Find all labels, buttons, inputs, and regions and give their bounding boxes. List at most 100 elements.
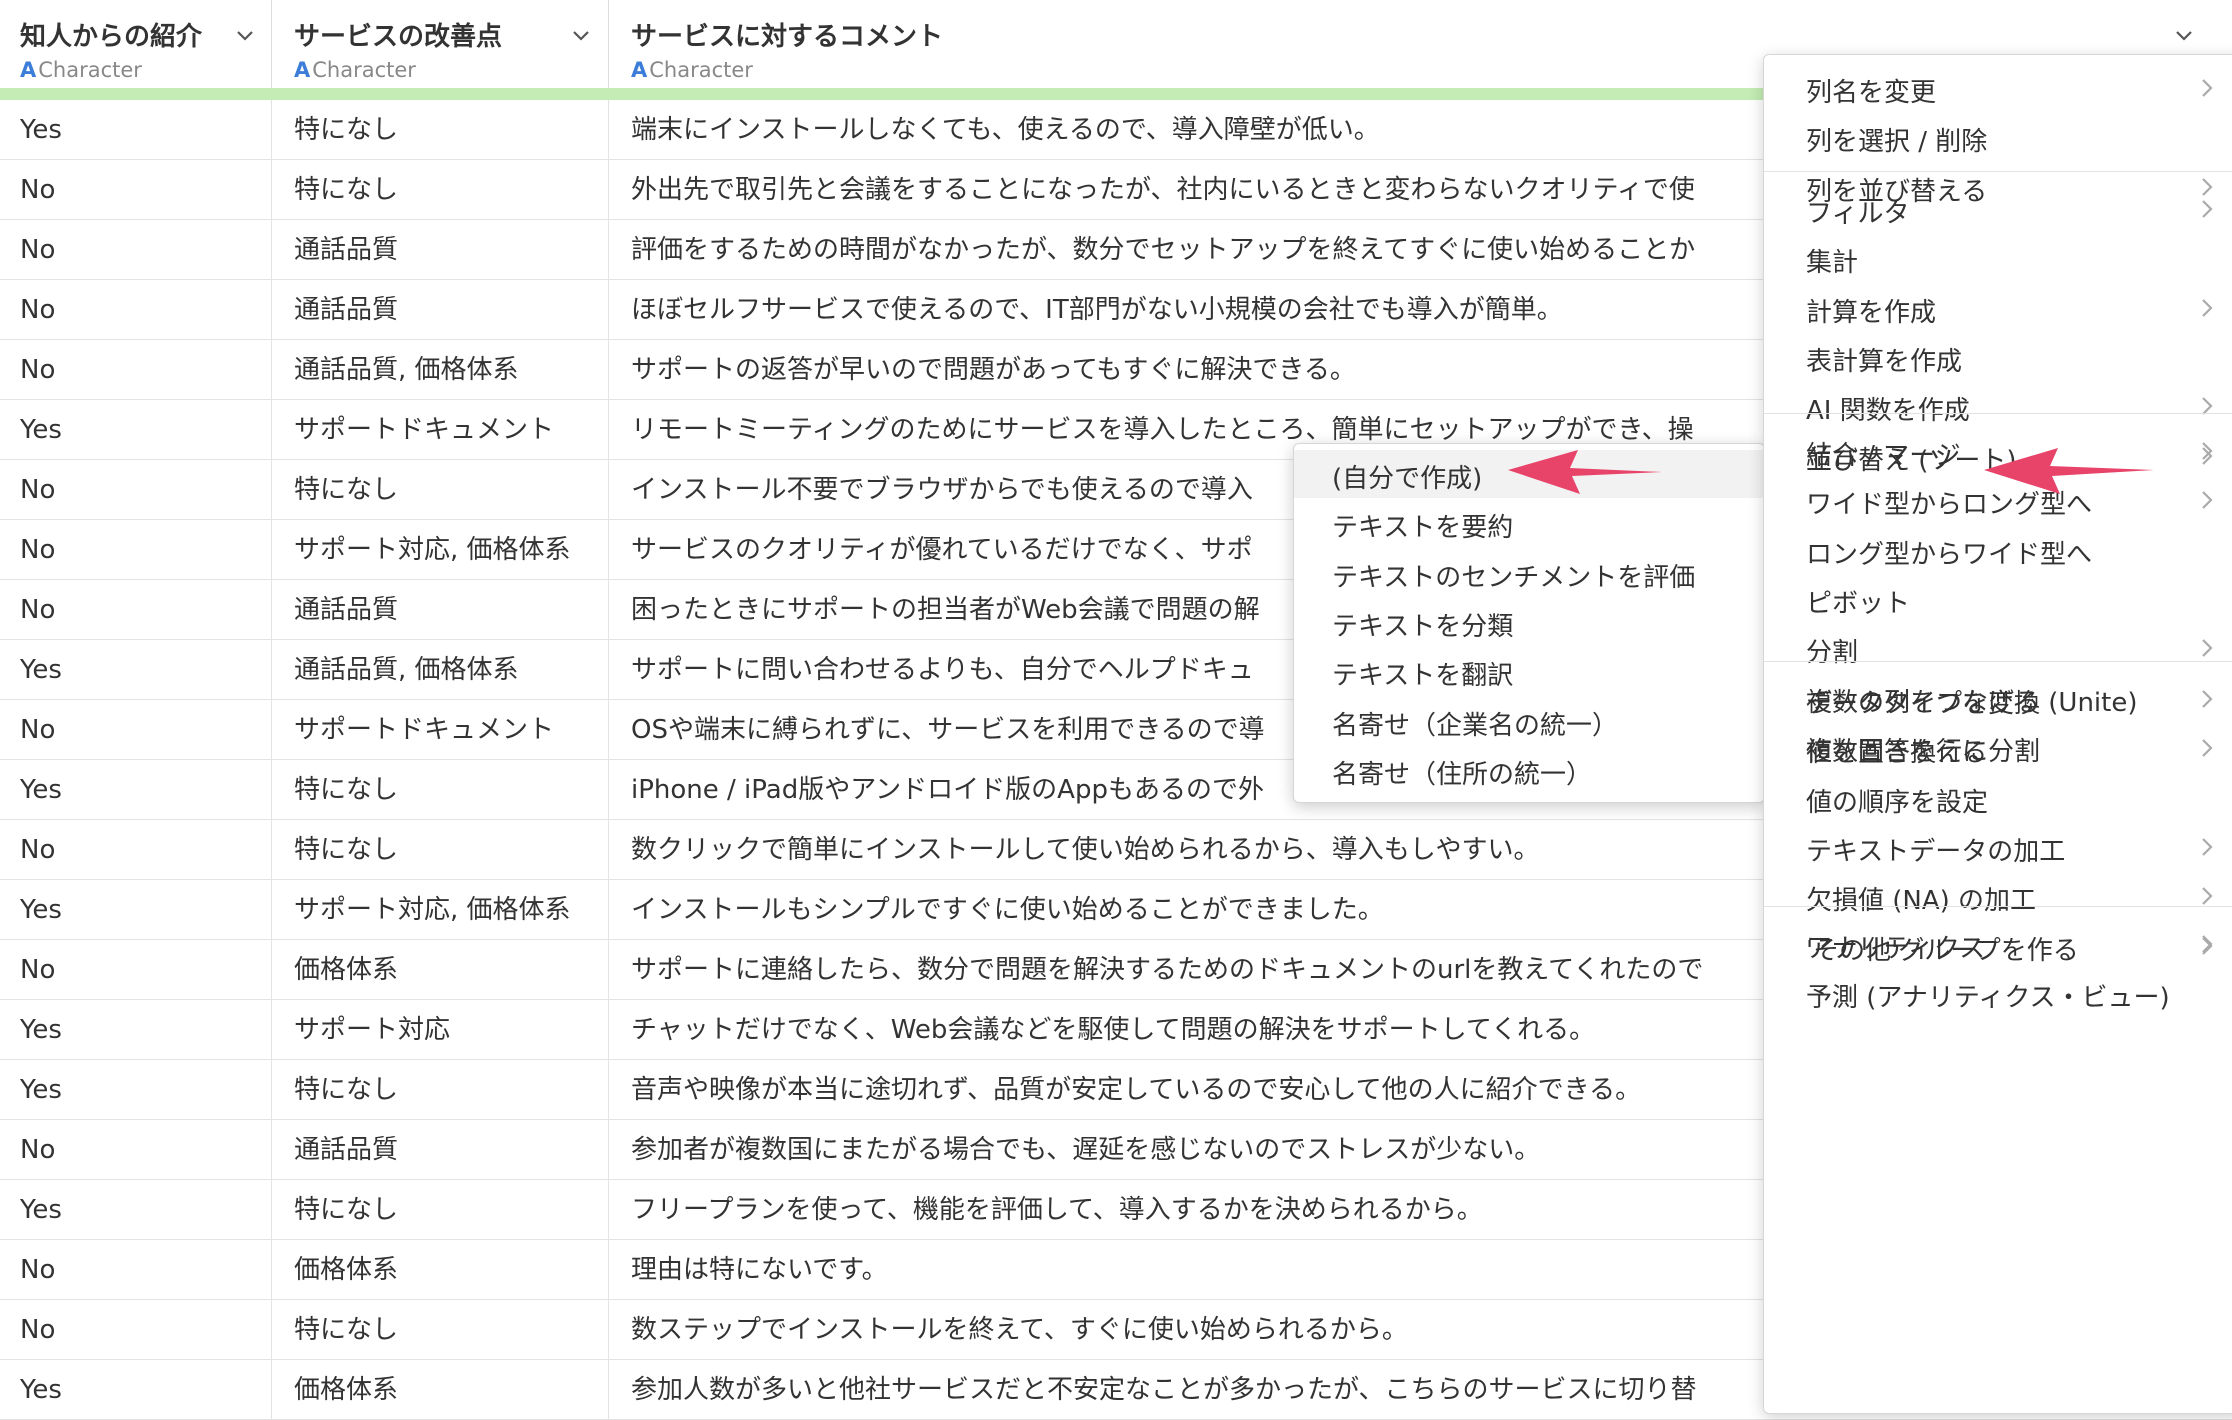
- menu-item[interactable]: 分割: [1764, 624, 2232, 672]
- cell-referral[interactable]: No: [0, 940, 272, 1000]
- menu-separator: [1764, 171, 2232, 172]
- submenu-item[interactable]: 名寄せ（住所の統一）: [1294, 746, 1764, 794]
- menu-item-label: ピボット: [1806, 588, 1911, 619]
- cell-improvement[interactable]: 価格体系: [272, 940, 609, 1000]
- menu-item[interactable]: ピボット: [1764, 575, 2232, 623]
- menu-item[interactable]: ロング型からワイド型へ: [1764, 526, 2232, 574]
- column-type: ACharacter: [294, 58, 416, 82]
- submenu-item[interactable]: テキストのセンチメントを評価: [1294, 549, 1764, 597]
- cell-referral[interactable]: No: [0, 460, 272, 520]
- cell-referral[interactable]: No: [0, 820, 272, 880]
- cell-improvement[interactable]: 通話品質: [272, 280, 609, 340]
- menu-item[interactable]: データタイプを変換: [1764, 675, 2232, 723]
- submenu-item[interactable]: 名寄せ（企業名の統一）: [1294, 697, 1764, 745]
- cell-improvement[interactable]: 特になし: [272, 460, 609, 520]
- menu-item[interactable]: 列を選択 / 削除: [1764, 113, 2232, 161]
- menu-item[interactable]: 列名を変更: [1764, 64, 2232, 112]
- cell-referral[interactable]: Yes: [0, 1180, 272, 1240]
- cell-improvement[interactable]: 価格体系: [272, 1240, 609, 1300]
- menu-item[interactable]: 値の順序を設定: [1764, 774, 2232, 822]
- chevron-down-icon[interactable]: [232, 22, 258, 48]
- cell-referral[interactable]: Yes: [0, 100, 272, 160]
- submenu-item-label: 名寄せ（企業名の統一）: [1332, 710, 1619, 741]
- cell-referral[interactable]: No: [0, 220, 272, 280]
- menu-item[interactable]: 値を置き換える: [1764, 724, 2232, 772]
- cell-improvement[interactable]: サポートドキュメント: [272, 700, 609, 760]
- submenu-item-label: テキストを要約: [1332, 513, 1514, 544]
- cell-improvement[interactable]: 価格体系: [272, 1360, 609, 1420]
- cell-referral[interactable]: No: [0, 160, 272, 220]
- cell-improvement[interactable]: 通話品質: [272, 220, 609, 280]
- chevron-down-icon[interactable]: [568, 22, 594, 48]
- column-context-menu: 列名を変更 列を選択 / 削除 列を並び替える フィルタ 集計 計算を作成 表計算を作成 AI…: [1763, 54, 2232, 1414]
- cell-referral[interactable]: Yes: [0, 1060, 272, 1120]
- character-type-icon: A: [294, 58, 311, 82]
- cell-referral[interactable]: No: [0, 700, 272, 760]
- cell-improvement[interactable]: 通話品質, 価格体系: [272, 640, 609, 700]
- menu-item[interactable]: テキストデータの加工: [1764, 823, 2232, 871]
- cell-improvement[interactable]: 特になし: [272, 820, 609, 880]
- submenu-item[interactable]: テキストを翻訳: [1294, 647, 1764, 695]
- menu-item-label: 表計算を作成: [1806, 346, 1963, 377]
- cell-improvement[interactable]: 通話品質: [272, 580, 609, 640]
- character-type-icon: A: [20, 58, 37, 82]
- cell-improvement[interactable]: 特になし: [272, 100, 609, 160]
- cell-referral[interactable]: No: [0, 280, 272, 340]
- cell-referral[interactable]: No: [0, 340, 272, 400]
- column-header-improvement[interactable]: サービスの改善点 ACharacter: [272, 0, 609, 88]
- column-header-referral[interactable]: 知人からの紹介 ACharacter: [0, 0, 272, 88]
- cell-improvement[interactable]: 特になし: [272, 1180, 609, 1240]
- menu-item[interactable]: 計算を作成: [1764, 284, 2232, 332]
- cell-improvement[interactable]: 通話品質: [272, 1120, 609, 1180]
- cell-referral[interactable]: No: [0, 520, 272, 580]
- cell-referral[interactable]: Yes: [0, 400, 272, 460]
- menu-item-label: アナリティクス: [1806, 934, 1986, 964]
- menu-item[interactable]: 集計: [1764, 234, 2232, 282]
- cell-improvement[interactable]: サポート対応, 価格体系: [272, 520, 609, 580]
- cell-referral[interactable]: No: [0, 1240, 272, 1300]
- cell-improvement[interactable]: サポート対応, 価格体系: [272, 880, 609, 940]
- menu-item[interactable]: フィルタ: [1764, 185, 2232, 233]
- cell-referral[interactable]: Yes: [0, 760, 272, 820]
- cell-referral[interactable]: No: [0, 580, 272, 640]
- menu-separator: [1764, 413, 2232, 414]
- menu-item-label: ロング型からワイド型へ: [1806, 539, 2093, 570]
- submenu-item-label: テキストを分類: [1332, 611, 1514, 642]
- cell-improvement[interactable]: 特になし: [272, 760, 609, 820]
- menu-item[interactable]: アナリティクス: [1764, 920, 2232, 968]
- menu-item[interactable]: 予測 (アナリティクス・ビュー): [1764, 969, 2232, 1017]
- cell-referral[interactable]: Yes: [0, 1360, 272, 1420]
- menu-item-label: 列を選択 / 削除: [1806, 127, 1988, 158]
- cell-improvement[interactable]: 特になし: [272, 1060, 609, 1120]
- cell-improvement[interactable]: サポートドキュメント: [272, 400, 609, 460]
- cell-referral[interactable]: Yes: [0, 640, 272, 700]
- submenu-item-label: 名寄せ（住所の統一）: [1332, 759, 1593, 790]
- chevron-down-icon[interactable]: [2171, 22, 2197, 48]
- chevron-right-icon: [2200, 77, 2214, 99]
- cell-improvement[interactable]: 特になし: [272, 1300, 609, 1360]
- menu-item-label: 結合 / マージ: [1806, 441, 1961, 471]
- menu-item[interactable]: 欠損値 (NA) の加工: [1764, 872, 2232, 920]
- cell-referral[interactable]: Yes: [0, 1000, 272, 1060]
- annotation-arrow-icon: [1508, 450, 1662, 494]
- column-type: ACharacter: [631, 58, 753, 82]
- menu-item-label: 値の順序を設定: [1806, 787, 1989, 818]
- menu-item[interactable]: 表計算を作成: [1764, 333, 2232, 381]
- chevron-right-icon: [2200, 198, 2214, 220]
- column-name: サービスに対するコメント: [631, 22, 944, 52]
- chevron-right-icon: [2200, 836, 2214, 858]
- menu-item[interactable]: AI 関数を作成: [1764, 382, 2232, 430]
- column-name: サービスの改善点: [294, 22, 503, 52]
- cell-improvement[interactable]: サポート対応: [272, 1000, 609, 1060]
- menu-item-label: データタイプを変換: [1806, 689, 2041, 719]
- menu-item-label: 列名を変更: [1806, 78, 1937, 108]
- cell-referral[interactable]: Yes: [0, 880, 272, 940]
- cell-improvement[interactable]: 特になし: [272, 160, 609, 220]
- cell-improvement[interactable]: 通話品質, 価格体系: [272, 340, 609, 400]
- submenu-item[interactable]: テキストを要約: [1294, 499, 1764, 547]
- cell-referral[interactable]: No: [0, 1120, 272, 1180]
- menu-item-label: 集計: [1806, 248, 1859, 279]
- submenu-item[interactable]: テキストを分類: [1294, 598, 1764, 646]
- menu-item-label: AI 関数を作成: [1806, 396, 1970, 427]
- cell-referral[interactable]: No: [0, 1300, 272, 1360]
